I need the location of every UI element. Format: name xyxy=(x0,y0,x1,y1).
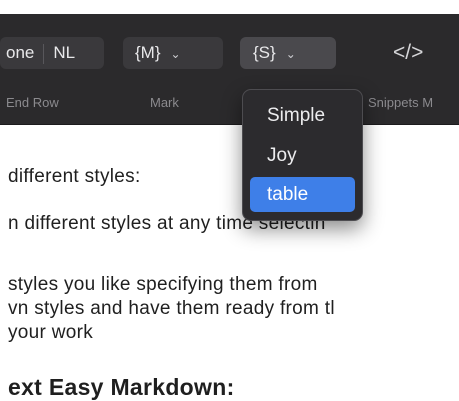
doc-line-5: your work xyxy=(8,322,94,343)
doc-line-4: vn styles and have them ready from tl xyxy=(8,298,335,319)
toolbar: one NL End Row {M} ⌄ Mark {S} ⌄ Snippets M … xyxy=(0,14,459,125)
line-mode-segmented-control: one NL xyxy=(0,37,104,69)
mark-caption: Mark xyxy=(150,95,179,110)
menu-item-simple[interactable]: Simple xyxy=(250,98,355,133)
doc-heading: ext Easy Markdown: xyxy=(8,374,235,400)
line-mode-option-left[interactable]: one xyxy=(0,37,43,69)
mark-value: {M} xyxy=(135,43,161,62)
doc-line-1: different styles: xyxy=(8,166,141,187)
line-mode-option-nl[interactable]: NL xyxy=(44,37,84,69)
end-row-caption: End Row xyxy=(6,95,59,110)
snippets-menu: Simple Joy table xyxy=(242,89,363,221)
code-icon[interactable]: </> xyxy=(393,37,437,69)
window-top-strip xyxy=(0,0,459,14)
menu-item-table[interactable]: table xyxy=(250,177,355,212)
snippets-value: {S} xyxy=(253,43,276,62)
chevron-down-icon: ⌄ xyxy=(285,47,296,61)
snippets-dropdown[interactable]: {S} ⌄ xyxy=(240,37,336,69)
chevron-down-icon: ⌄ xyxy=(170,47,181,61)
mark-dropdown[interactable]: {M} ⌄ xyxy=(123,37,223,69)
snippets-caption: Snippets M xyxy=(368,95,434,110)
doc-line-3: styles you like specifying them from xyxy=(8,274,318,295)
menu-item-joy[interactable]: Joy xyxy=(250,138,355,173)
